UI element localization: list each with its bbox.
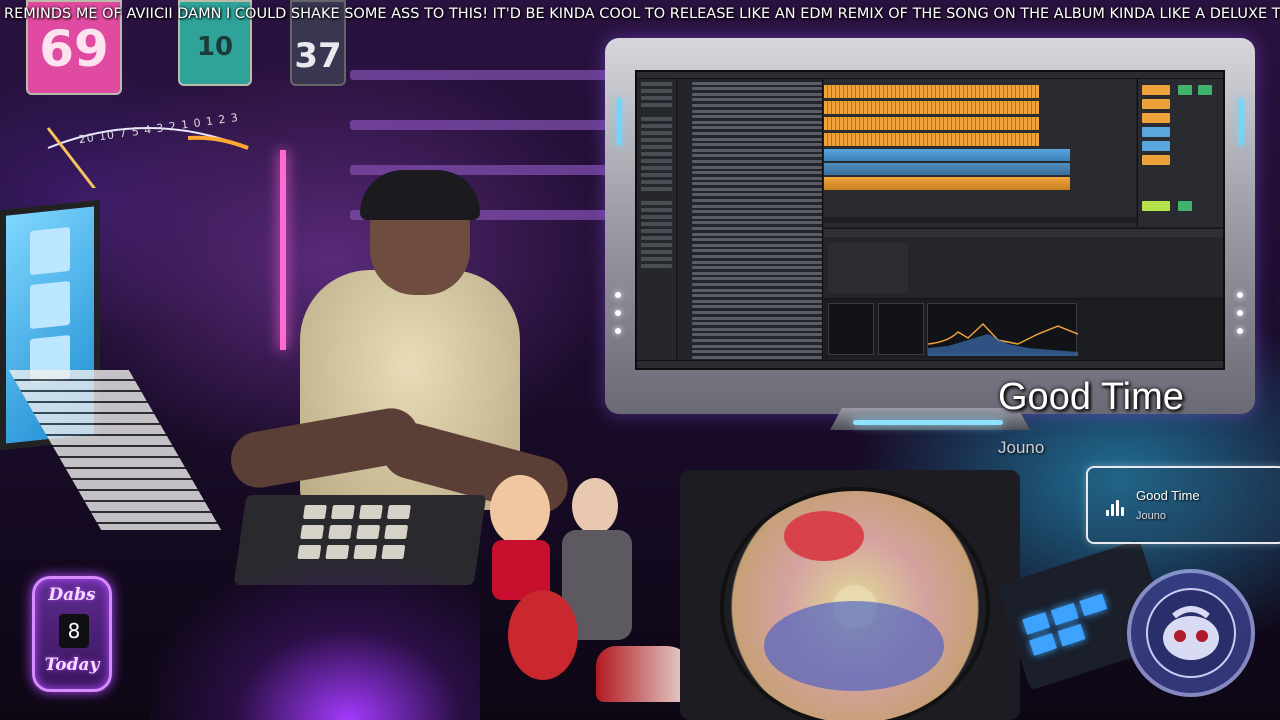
dabs-label: Dabs — [48, 585, 96, 605]
daw-browser-sidebar[interactable] — [637, 79, 677, 365]
pad — [1057, 623, 1086, 647]
pad — [353, 545, 378, 559]
audio-clip[interactable] — [824, 101, 1039, 114]
daw-status-bar — [637, 360, 1223, 368]
daw-file-list[interactable] — [678, 79, 823, 365]
now-playing-title: Good Time — [998, 376, 1184, 418]
shelf — [350, 70, 610, 80]
bezel-dot — [1237, 310, 1243, 316]
pad — [1022, 612, 1051, 635]
clip-settings[interactable] — [828, 243, 908, 293]
pad — [300, 525, 325, 539]
midi-clip[interactable] — [824, 149, 1070, 161]
audio-clip[interactable] — [824, 177, 1070, 190]
gear-glow — [150, 560, 480, 720]
bezel-dot — [615, 310, 621, 316]
pad — [386, 505, 411, 519]
dabs-counter-badge: Dabs 8 Today — [32, 576, 112, 692]
jersey-number: 37 — [294, 36, 342, 76]
eq-curve — [927, 322, 1079, 356]
streamer — [226, 160, 575, 520]
mixer-clip-slot[interactable] — [1142, 155, 1170, 165]
pad — [1050, 602, 1079, 626]
pad — [297, 545, 322, 559]
bezel-dot — [615, 292, 621, 298]
chat-message: REMINDS ME OF AVIICII DAMN I COULD SHAKE… — [4, 6, 1280, 22]
pad — [356, 525, 381, 539]
monitor-led-strip — [853, 420, 1003, 425]
mixer-clip-slot[interactable] — [1142, 113, 1170, 123]
pad — [1079, 593, 1108, 617]
mixer-clip-slot[interactable] — [1142, 127, 1170, 137]
pad — [330, 505, 355, 519]
daw-screen[interactable] — [635, 70, 1225, 370]
bezel-dot — [1237, 292, 1243, 298]
pad — [1029, 633, 1057, 656]
daw-clip-detail[interactable] — [824, 228, 1223, 298]
monitor-thumbnail — [30, 226, 70, 276]
logo-emblem — [1127, 569, 1255, 697]
now-playing-card: Good Time Jouno — [1086, 466, 1280, 544]
mixer-clip-slot[interactable] — [1142, 99, 1170, 109]
audio-clip[interactable] — [824, 133, 1039, 146]
now-playing-card-artist: Jouno — [1136, 510, 1166, 522]
bakers-producer-pool-logo — [1124, 566, 1258, 700]
bezel-light — [617, 98, 621, 146]
bezel-light — [1239, 98, 1243, 146]
jersey-number: 69 — [39, 20, 109, 78]
daw-menubar[interactable] — [637, 72, 1223, 79]
mixer-clip-slot[interactable] — [1142, 141, 1170, 151]
mixer-clip-slot[interactable] — [1142, 201, 1170, 211]
cap — [360, 170, 480, 220]
bobblehead-mittens — [572, 478, 618, 534]
pad — [325, 545, 350, 559]
slipmat-art — [784, 511, 864, 561]
device-panel[interactable] — [878, 303, 924, 355]
daw-monitor-frame — [605, 38, 1255, 430]
midi-clip[interactable] — [824, 163, 1070, 175]
now-playing-artist: Jouno — [998, 438, 1045, 457]
mixer-clip-slot[interactable] — [1178, 85, 1192, 95]
vu-meter-neon: 20 10 7 5 4 3 2 1 0 1 2 3 — [38, 108, 258, 207]
audio-clip[interactable] — [824, 85, 1039, 98]
mixer-clip-slot[interactable] — [1198, 85, 1212, 95]
daw-mixer-panel[interactable] — [1137, 79, 1223, 227]
turntable-slipmat — [720, 487, 990, 720]
eq-eight-display[interactable] — [927, 303, 1079, 356]
dabs-today-label: Today — [44, 655, 100, 675]
dabs-count: 8 — [59, 614, 89, 648]
bobblehead-hockey-player — [490, 475, 550, 545]
pad — [381, 545, 406, 559]
clip-waveform-strip — [824, 229, 1223, 237]
pad — [384, 525, 409, 539]
jersey-number: 10 — [196, 32, 234, 62]
device-panel[interactable] — [828, 303, 874, 355]
pad — [358, 505, 383, 519]
pad — [302, 505, 327, 519]
daw-arrangement-view[interactable] — [824, 79, 1136, 227]
chat-ticker: REMINDS ME OF AVIICII DAMN I COULD SHAKE… — [0, 0, 1280, 28]
bezel-dot — [615, 328, 621, 334]
audio-bars-icon — [1106, 500, 1126, 516]
bobblehead-mascot — [508, 590, 578, 680]
audio-clip[interactable] — [824, 117, 1039, 130]
midi-keyboard — [8, 370, 222, 530]
shelf — [350, 120, 610, 130]
mixer-clip-slot[interactable] — [1142, 85, 1170, 95]
timeline-ruler — [824, 217, 1136, 223]
pad — [328, 525, 353, 539]
slipmat-art — [764, 601, 944, 691]
mixer-clip-slot[interactable] — [1178, 201, 1192, 211]
bezel-dot — [1237, 328, 1243, 334]
now-playing-card-title: Good Time — [1136, 488, 1200, 503]
monitor-thumbnail — [30, 280, 70, 330]
daw-device-chain[interactable] — [824, 298, 1223, 358]
